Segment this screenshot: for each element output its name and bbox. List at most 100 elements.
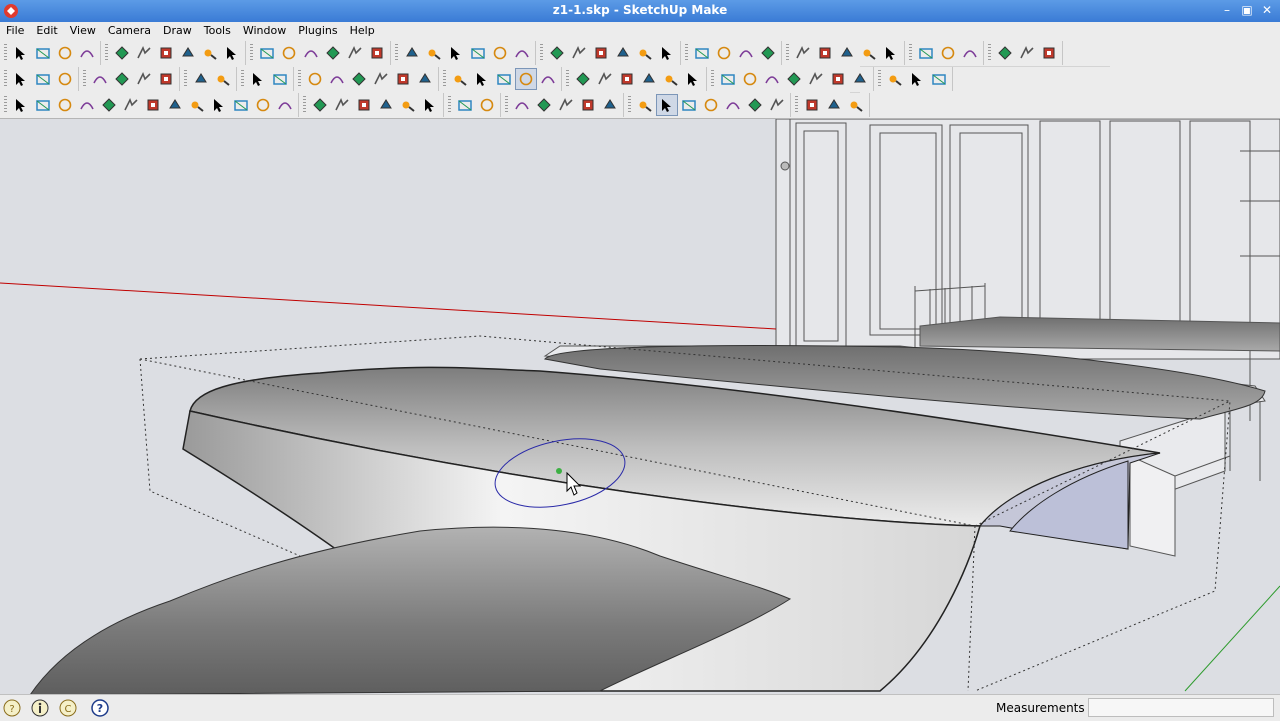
look-around-button[interactable] (713, 42, 735, 64)
render-button[interactable] (700, 94, 722, 116)
menu-edit[interactable]: Edit (30, 22, 63, 40)
paint-bucket-button[interactable] (54, 42, 76, 64)
curve-button[interactable] (397, 94, 419, 116)
info-icon[interactable] (30, 698, 50, 718)
plugin-button[interactable] (801, 94, 823, 116)
measurements-input[interactable] (1088, 698, 1274, 717)
toolbar-grip[interactable] (628, 96, 631, 114)
solid-tool-button[interactable] (827, 68, 849, 90)
left-view-button[interactable] (414, 68, 436, 90)
follow-me-button[interactable] (322, 42, 344, 64)
hidden-line-button[interactable] (493, 68, 515, 90)
cut-button[interactable] (89, 68, 111, 90)
curve-button[interactable] (331, 94, 353, 116)
toolbar-grip[interactable] (303, 96, 306, 114)
close-button[interactable]: ✕ (1260, 2, 1274, 18)
styles-button[interactable] (1038, 42, 1060, 64)
redo-arrow-button[interactable] (212, 68, 234, 90)
toolbar-grip[interactable] (909, 44, 912, 62)
position-camera-button[interactable] (691, 42, 713, 64)
curve-button[interactable] (375, 94, 397, 116)
pan-button[interactable] (568, 42, 590, 64)
curve-button[interactable] (353, 94, 375, 116)
curve-button[interactable] (98, 94, 120, 116)
curve-button[interactable] (10, 94, 32, 116)
credits-icon[interactable]: C (58, 698, 78, 718)
new-button[interactable] (10, 68, 32, 90)
erase-button[interactable] (155, 68, 177, 90)
solid-tool-button[interactable] (739, 68, 761, 90)
mesh-button[interactable] (511, 94, 533, 116)
toolbar-grip[interactable] (988, 44, 991, 62)
solid-tool-button[interactable] (805, 68, 827, 90)
curve-button[interactable] (274, 94, 296, 116)
toolbar-grip[interactable] (184, 70, 187, 88)
render-button[interactable] (744, 94, 766, 116)
solid-tool-button[interactable] (717, 68, 739, 90)
menu-window[interactable]: Window (237, 22, 292, 40)
top-view-button[interactable] (326, 68, 348, 90)
menu-draw[interactable]: Draw (157, 22, 198, 40)
text-button[interactable] (467, 42, 489, 64)
toolbar-grip[interactable] (4, 44, 7, 62)
3d-text-button[interactable] (511, 42, 533, 64)
menu-plugins[interactable]: Plugins (292, 22, 343, 40)
toolbar-grip[interactable] (298, 70, 301, 88)
shaded-button[interactable] (515, 68, 537, 90)
face-tool-button[interactable] (454, 94, 476, 116)
toolbar-grip[interactable] (83, 70, 86, 88)
copy-button[interactable] (111, 68, 133, 90)
components-button[interactable] (1016, 42, 1038, 64)
freehand-button[interactable] (221, 42, 243, 64)
arc-button[interactable] (177, 42, 199, 64)
toolbar-grip[interactable] (250, 44, 253, 62)
plugin-button[interactable] (823, 94, 845, 116)
open-button[interactable] (32, 68, 54, 90)
menu-file[interactable]: File (0, 22, 30, 40)
house-button[interactable] (594, 68, 616, 90)
scale-button[interactable] (344, 42, 366, 64)
select-button[interactable] (10, 42, 32, 64)
minimize-button[interactable]: – (1220, 2, 1234, 18)
curve-button[interactable] (76, 94, 98, 116)
toolbar-grip[interactable] (878, 70, 881, 88)
menu-help[interactable]: Help (344, 22, 381, 40)
mesh-button[interactable] (555, 94, 577, 116)
curve-button[interactable] (252, 94, 274, 116)
mesh-button[interactable] (533, 94, 555, 116)
curve-button[interactable] (54, 94, 76, 116)
face-tool-button[interactable] (476, 94, 498, 116)
curve-button[interactable] (32, 94, 54, 116)
menu-camera[interactable]: Camera (102, 22, 157, 40)
push-pull-button[interactable] (278, 42, 300, 64)
line-button[interactable] (133, 42, 155, 64)
dimension-button[interactable] (423, 42, 445, 64)
house-button[interactable] (616, 68, 638, 90)
xray-button[interactable] (449, 68, 471, 90)
rotate-button[interactable] (300, 42, 322, 64)
drawing-viewport[interactable] (0, 118, 1280, 695)
cube-button[interactable] (884, 68, 906, 90)
model-scene[interactable] (0, 119, 1280, 695)
back-view-button[interactable] (392, 68, 414, 90)
front-view-button[interactable] (348, 68, 370, 90)
toolbar-grip[interactable] (795, 96, 798, 114)
right-view-button[interactable] (370, 68, 392, 90)
rectangle-button[interactable] (111, 42, 133, 64)
curve-button[interactable] (419, 94, 441, 116)
menu-tools[interactable]: Tools (198, 22, 237, 40)
save-button[interactable] (54, 68, 76, 90)
previous-view-button[interactable] (656, 42, 678, 64)
help-icon[interactable]: ? (90, 698, 110, 718)
zoom-window-button[interactable] (612, 42, 634, 64)
orbit-button[interactable] (546, 42, 568, 64)
render-button[interactable] (656, 94, 678, 116)
sandbox-button[interactable] (880, 42, 902, 64)
curve-button[interactable] (120, 94, 142, 116)
mesh-button[interactable] (599, 94, 621, 116)
zoom-button[interactable] (590, 42, 612, 64)
tape-measure-button[interactable] (401, 42, 423, 64)
iso-view-button[interactable] (304, 68, 326, 90)
walk-button[interactable] (735, 42, 757, 64)
axes-button[interactable] (489, 42, 511, 64)
